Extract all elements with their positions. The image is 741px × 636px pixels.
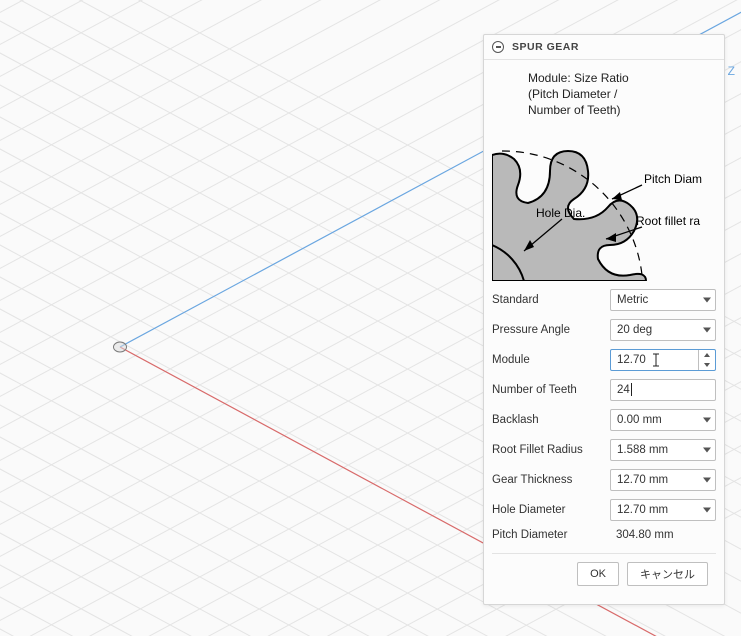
hole-diameter-label: Hole Diameter	[492, 504, 602, 516]
hole-dia-callout: Hole Dia.	[536, 206, 585, 220]
num-teeth-input[interactable]: 24	[610, 379, 716, 401]
gear-thickness-label: Gear Thickness	[492, 474, 602, 486]
spur-gear-panel: SPUR GEAR Module: Size Ratio (Pitch Diam…	[483, 34, 725, 605]
spin-buttons[interactable]	[698, 350, 715, 370]
pitch-diameter-readout: 304.80 mm	[610, 529, 716, 541]
pitch-diam-callout: Pitch Diam	[644, 172, 702, 186]
collapse-icon[interactable]	[492, 41, 504, 53]
chevron-up-icon	[704, 353, 710, 357]
chevron-down-icon	[704, 363, 710, 367]
chevron-down-icon	[703, 327, 711, 332]
ok-button[interactable]: OK	[577, 562, 619, 586]
axis-z-label: Z	[728, 64, 735, 78]
origin-marker	[113, 342, 127, 353]
backlash-label: Backlash	[492, 414, 602, 426]
panel-titlebar[interactable]: SPUR GEAR	[484, 35, 724, 60]
module-spec-text: Module: Size Ratio (Pitch Diameter / Num…	[528, 70, 716, 119]
standard-select[interactable]: Metric	[610, 289, 716, 311]
gear-diagram: Pitch Diam Hole Dia. Root fillet ra	[492, 125, 716, 281]
root-fillet-callout: Root fillet ra	[636, 214, 700, 228]
pitch-diameter-label: Pitch Diameter	[492, 529, 602, 541]
hole-diameter-input[interactable]: 12.70 mm	[610, 499, 716, 521]
chevron-down-icon	[703, 297, 711, 302]
panel-title: SPUR GEAR	[512, 41, 579, 53]
pressure-angle-select[interactable]: 20 deg	[610, 319, 716, 341]
gear-thickness-input[interactable]: 12.70 mm	[610, 469, 716, 491]
text-cursor-icon	[651, 353, 661, 367]
chevron-down-icon	[703, 507, 711, 512]
caret-icon	[631, 383, 632, 396]
backlash-input[interactable]: 0.00 mm	[610, 409, 716, 431]
module-input[interactable]: 12.70	[610, 349, 716, 371]
root-fillet-input[interactable]: 1.588 mm	[610, 439, 716, 461]
root-fillet-label: Root Fillet Radius	[492, 444, 602, 456]
num-teeth-label: Number of Teeth	[492, 384, 602, 396]
standard-label: Standard	[492, 294, 602, 306]
chevron-down-icon	[703, 417, 711, 422]
module-label: Module	[492, 354, 602, 366]
chevron-down-icon	[703, 477, 711, 482]
cancel-button[interactable]: キャンセル	[627, 562, 708, 586]
chevron-down-icon	[703, 447, 711, 452]
pressure-angle-label: Pressure Angle	[492, 324, 602, 336]
